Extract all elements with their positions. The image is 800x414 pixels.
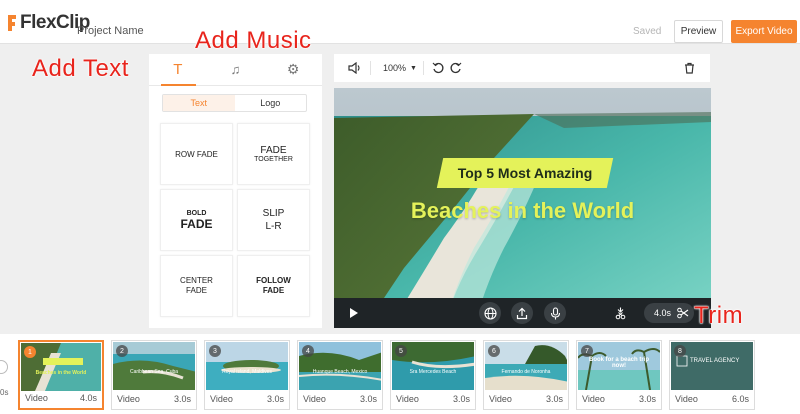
segment-logo[interactable]: Logo [235, 95, 307, 111]
zoom-value: 100% [383, 63, 407, 73]
speaker-icon[interactable] [348, 62, 361, 74]
clip-number: 2 [116, 345, 128, 357]
title-line-2[interactable]: Beaches in the World [334, 198, 711, 224]
tab-settings[interactable]: ⚙ [264, 54, 322, 85]
clip-duration: 3.0s [452, 394, 470, 404]
preset-label: TOGETHER [254, 156, 293, 163]
timeline-clip-2[interactable]: 2 Caribbean Sea, Cuba Video 3.0s [111, 340, 197, 410]
upload-icon[interactable] [511, 302, 533, 324]
text-panel: T ♫ ⚙ Text Logo ROW FADE FADE TOGETHER B… [149, 54, 322, 328]
clip-number: 7 [581, 345, 593, 357]
clip-duration: 4.0s [79, 393, 97, 403]
preset-fade-together[interactable]: FADE TOGETHER [237, 123, 310, 185]
clip-duration: 3.0s [545, 394, 563, 404]
preset-label: FADE [260, 145, 287, 156]
clip-number: 6 [488, 345, 500, 357]
toolbar-divider [423, 61, 424, 75]
redo-icon[interactable] [450, 62, 462, 74]
toolbar-divider [370, 61, 371, 75]
globe-icon[interactable] [479, 302, 501, 324]
preview-button[interactable]: Preview [674, 20, 723, 43]
tab-music[interactable]: ♫ [207, 54, 265, 85]
clip-duration: 3.0s [173, 394, 191, 404]
preset-label: L-R [265, 221, 282, 232]
preset-follow-fade[interactable]: FOLLOW FADE [237, 255, 310, 317]
preset-label: FADE [262, 286, 285, 295]
annotation-trim: Trim [694, 302, 744, 330]
clip-number: 4 [302, 345, 314, 357]
clip-type: Video [582, 394, 605, 404]
segment-text[interactable]: Text [163, 95, 235, 111]
active-tab-indicator [161, 84, 196, 86]
clip-caption: TRAVEL AGENCY [690, 358, 740, 364]
preset-label: CENTER [180, 276, 213, 285]
tab-text[interactable]: T [149, 54, 207, 85]
clip-type: Video [396, 394, 419, 404]
preset-center-fade[interactable]: CENTER FADE [160, 255, 233, 317]
clip-duration: 6.0s [731, 394, 749, 404]
annotation-add-text: Add Text [32, 55, 129, 83]
clip-caption: Caribbean Sea, Cuba [129, 369, 179, 375]
clip-number: 1 [24, 346, 36, 358]
preset-label: SLIP [262, 208, 285, 219]
clip-type: Video [25, 393, 48, 403]
clip-duration: 3.0s [266, 394, 284, 404]
timeline-clip-4[interactable]: 4 Huanque Beach, Mexico Video 3.0s [297, 340, 383, 410]
saved-status: Saved [633, 26, 662, 37]
text-presets: ROW FADE FADE TOGETHER BOLD FADE SLIP L-… [160, 123, 312, 317]
caret-down-icon: ▼ [410, 64, 417, 72]
undo-icon[interactable] [432, 62, 444, 74]
clip-type: Video [210, 394, 233, 404]
title-line-1[interactable]: Top 5 Most Amazing [440, 158, 610, 188]
preset-row-fade[interactable]: ROW FADE [160, 123, 233, 185]
flexclip-logo-icon [5, 14, 19, 32]
export-video-button[interactable]: Export Video [731, 20, 797, 43]
clip-type: Video [489, 394, 512, 404]
preset-label: ROW FADE [175, 149, 218, 159]
timeline-clip-3[interactable]: 3 Royal island, Maldives Video 3.0s [204, 340, 290, 410]
clip-caption: Book for a beach trip now! [588, 357, 649, 369]
timeline-clip-5[interactable]: 5 Sra Mercedes Beach Video 3.0s [390, 340, 476, 410]
music-note-icon: ♫ [230, 62, 241, 77]
preview-toolbar: 100% ▼ [334, 54, 710, 82]
microphone-icon[interactable] [544, 302, 566, 324]
panel-tabs: T ♫ ⚙ [149, 54, 322, 86]
duration-value: 4.0s [654, 308, 672, 318]
clip-caption: Royal island, Maldives [222, 369, 272, 375]
annotation-add-music: Add Music [195, 27, 312, 55]
top-bar: FlexClip Project Name Saved Preview Expo… [0, 0, 800, 44]
clip-number: 3 [209, 345, 221, 357]
text-icon: T [173, 61, 183, 78]
project-name[interactable]: Project Name [77, 25, 144, 37]
play-icon[interactable] [346, 305, 362, 321]
clip-caption: Huanque Beach, Mexico [312, 369, 368, 375]
timeline-clip-6[interactable]: 6 Fernando de Noronha Video 3.0s [483, 340, 569, 410]
trash-icon[interactable] [684, 62, 695, 74]
scissors-icon[interactable] [676, 306, 690, 320]
zoom-select[interactable]: 100% ▼ [383, 63, 417, 73]
clip-type: Video [117, 394, 140, 404]
timeline-time: 0s [0, 388, 9, 397]
gear-icon: ⚙ [286, 61, 300, 77]
timeline-clip-7[interactable]: 7 Book for a beach trip now! Video 3.0s [576, 340, 662, 410]
clip-caption: Beaches in the World [35, 370, 87, 376]
clip-duration: 3.0s [359, 394, 377, 404]
clip-number: 8 [674, 345, 686, 357]
clip-duration: 3.0s [638, 394, 656, 404]
preset-label: FOLLOW [256, 276, 291, 285]
split-icon[interactable] [612, 305, 628, 321]
timeline-clip-1[interactable]: 1 Beaches in the World Video 4.0s [18, 340, 104, 410]
clip-caption: Sra Mercedes Beach [409, 369, 457, 375]
preset-bold-fade[interactable]: BOLD FADE [160, 189, 233, 251]
preset-slip-lr[interactable]: SLIP L-R [237, 189, 310, 251]
timeline-clip-8[interactable]: 8 TRAVEL AGENCY Video 6.0s [669, 340, 755, 410]
text-logo-switch: Text Logo [162, 94, 307, 112]
clip-number: 5 [395, 345, 407, 357]
preset-label: FADE [186, 286, 207, 295]
clip-type: Video [675, 394, 698, 404]
preset-label: FADE [180, 216, 213, 231]
clip-caption: Fernando de Noronha [501, 369, 551, 375]
preset-label: BOLD [186, 209, 207, 217]
clip-type: Video [303, 394, 326, 404]
